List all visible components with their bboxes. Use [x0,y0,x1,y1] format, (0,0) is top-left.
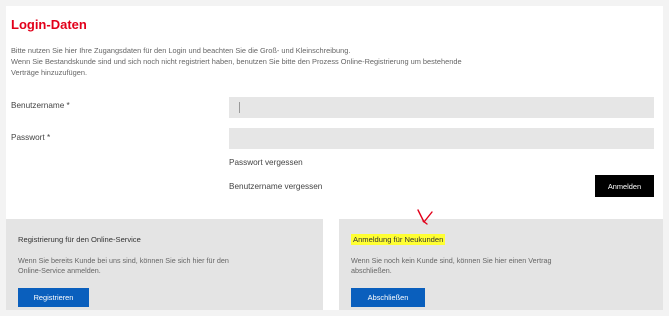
register-panel-text: Wenn Sie bereits Kunde bei uns sind, kön… [18,256,229,276]
register-button[interactable]: Registrieren [18,288,89,307]
new-customer-text-line: Wenn Sie noch kein Kunde sind, können Si… [351,256,552,265]
new-customer-text-line: abschließen. [351,266,392,275]
new-customer-panel-text: Wenn Sie noch kein Kunde sind, können Si… [351,256,551,276]
new-customer-panel-title: Anmeldung für Neukunden [351,234,446,245]
new-customer-panel: Anmeldung für Neukunden Wenn Sie noch ke… [339,219,663,310]
page-title: Login-Daten [11,17,87,32]
register-text-line: Online-Service anmelden. [18,266,101,275]
password-field[interactable] [229,128,654,149]
intro-line: Wenn Sie Bestandskunde sind und sich noc… [11,57,462,66]
forgot-password-link[interactable]: Passwort vergessen [229,158,303,167]
forgot-username-link[interactable]: Benutzername vergessen [229,182,322,191]
intro-text: Bitte nutzen Sie hier Ihre Zugangsdaten … [11,45,641,78]
username-label: Benutzername * [11,101,70,110]
login-button[interactable]: Anmelden [595,175,654,197]
register-text-line: Wenn Sie bereits Kunde bei uns sind, kön… [18,256,229,265]
intro-line: Verträge hinzuzufügen. [11,68,88,77]
register-panel: Registrierung für den Online-Service Wen… [6,219,323,310]
username-field[interactable] [229,97,654,118]
intro-line: Bitte nutzen Sie hier Ihre Zugangsdaten … [11,46,351,55]
highlighted-title: Anmeldung für Neukunden [351,234,446,245]
new-customer-button[interactable]: Abschließen [351,288,425,307]
password-label: Passwort * [11,133,51,142]
register-panel-title: Registrierung für den Online-Service [18,235,141,244]
text-caret [239,102,240,113]
handwritten-checkmark-icon [417,209,433,225]
